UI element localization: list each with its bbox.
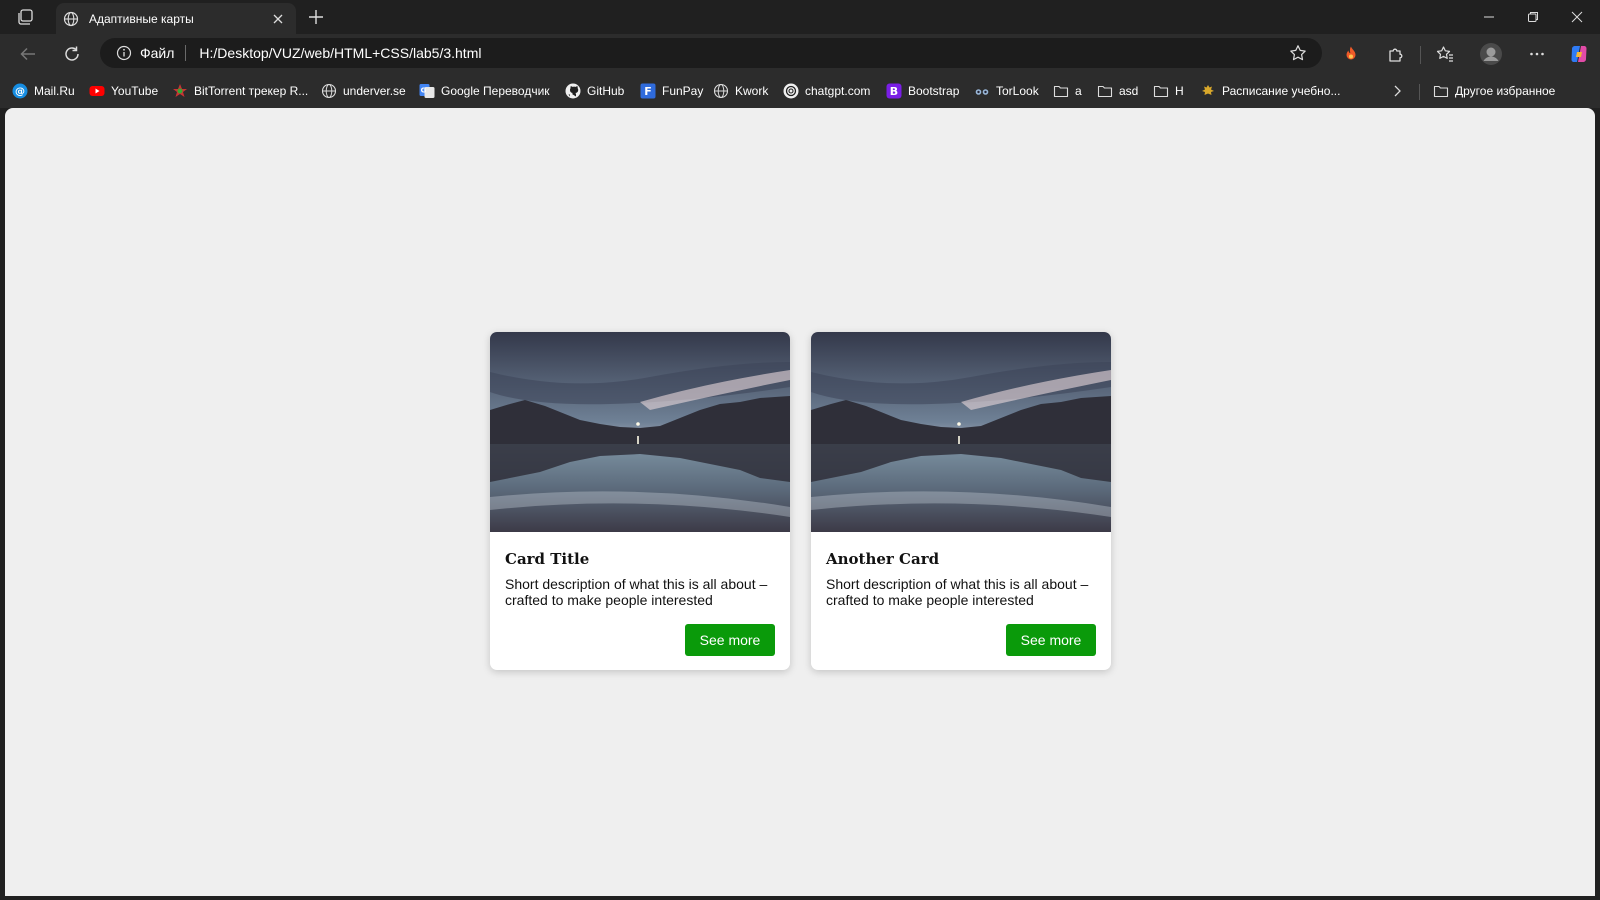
bookmark-folder-a[interactable]: a	[1053, 81, 1082, 101]
bookmark-label: asd	[1119, 84, 1139, 98]
card-title: Card Title	[505, 550, 590, 568]
bookmark-folder-asd[interactable]: asd	[1097, 81, 1138, 101]
copilot-icon[interactable]	[1564, 40, 1594, 68]
workspaces-icon[interactable]	[14, 7, 36, 27]
card-image-lake-sunset	[811, 332, 1111, 532]
other-bookmarks[interactable]: Другое избранное	[1433, 81, 1555, 101]
card: Another Card Short description of what t…	[811, 332, 1111, 670]
bookmark-label: Google Переводчик	[441, 84, 550, 98]
bookmark-torlook[interactable]: TorLook	[974, 81, 1039, 101]
bookmark-folder-n[interactable]: Н	[1153, 81, 1184, 101]
globe-icon	[63, 11, 79, 27]
bookmark-kwork[interactable]: Kwork	[713, 81, 768, 101]
svg-text:@: @	[15, 87, 25, 98]
bookmarks-bar: @ Mail.Ru YouTube BitTorrent трекер R...…	[0, 74, 1600, 108]
info-icon[interactable]	[116, 45, 132, 61]
bookmark-label: YouTube	[111, 84, 159, 98]
bookmark-bittorrent[interactable]: BitTorrent трекер R...	[172, 81, 308, 101]
card-image-lake-sunset	[490, 332, 790, 532]
youtube-icon	[89, 83, 105, 99]
close-window-button[interactable]	[1554, 0, 1600, 34]
title-bar: Адаптивные карты	[0, 0, 1600, 34]
address-bar[interactable]: Файл H:/Desktop/VUZ/web/HTML+CSS/lab5/3.…	[100, 38, 1322, 68]
funpay-icon: F	[640, 83, 656, 99]
bookmark-mailru[interactable]: @ Mail.Ru	[12, 81, 75, 101]
bookmark-label: BitTorrent трекер R...	[194, 84, 309, 98]
address-separator	[185, 45, 187, 61]
bookmark-label: a	[1075, 84, 1082, 98]
avatar[interactable]	[1476, 40, 1506, 68]
browser-toolbar: Файл H:/Desktop/VUZ/web/HTML+CSS/lab5/3.…	[0, 34, 1600, 74]
folder-icon	[1053, 83, 1069, 99]
folder-icon	[1433, 83, 1449, 99]
globe-icon	[713, 83, 729, 99]
card-description: Short description of what this is all ab…	[505, 576, 768, 608]
bookmark-label: TorLook	[996, 84, 1039, 98]
svg-text:G: G	[421, 87, 427, 95]
close-tab-icon[interactable]	[270, 11, 286, 27]
bookmark-underverse[interactable]: underver.se	[321, 81, 406, 101]
see-more-button[interactable]: See more	[1006, 624, 1096, 656]
folder-icon	[1097, 83, 1113, 99]
new-tab-button[interactable]	[305, 7, 327, 27]
address-url[interactable]: H:/Desktop/VUZ/web/HTML+CSS/lab5/3.html	[199, 45, 1288, 61]
bookmark-label: Расписание учебно...	[1222, 84, 1341, 98]
minimize-button[interactable]	[1466, 0, 1512, 34]
see-more-button[interactable]: See more	[685, 624, 775, 656]
svg-text:F: F	[644, 85, 652, 98]
torlook-icon	[974, 83, 990, 99]
toolbar-divider	[1420, 46, 1421, 64]
github-icon	[565, 83, 581, 99]
refresh-button[interactable]	[57, 40, 87, 68]
bookmark-label: FunPay	[662, 84, 704, 98]
star-icon[interactable]	[1288, 43, 1308, 63]
other-bookmarks-label: Другое избранное	[1455, 84, 1556, 98]
card-title: Another Card	[826, 550, 940, 568]
page-viewport: Card Title Short description of what thi…	[5, 108, 1595, 896]
globe-icon	[321, 83, 337, 99]
bittorrent-icon	[172, 83, 188, 99]
address-scheme-label: Файл	[140, 45, 175, 61]
active-tab[interactable]: Адаптивные карты	[56, 3, 296, 34]
svg-text:B: B	[890, 85, 898, 98]
tab-title: Адаптивные карты	[89, 11, 194, 26]
bookmarks-divider	[1419, 84, 1420, 100]
more-menu-icon[interactable]	[1522, 40, 1552, 68]
bookmark-funpay[interactable]: F FunPay	[640, 81, 703, 101]
extensions-icon[interactable]	[1381, 40, 1411, 68]
bookmark-chatgpt[interactable]: chatgpt.com	[783, 81, 870, 101]
favorites-icon[interactable]	[1430, 40, 1460, 68]
bookmark-label: Н	[1175, 84, 1184, 98]
folder-icon	[1153, 83, 1169, 99]
bookmark-bootstrap[interactable]: B Bootstrap	[886, 81, 959, 101]
bookmark-google-translate[interactable]: G Google Переводчик	[419, 81, 550, 101]
bookmark-label: Bootstrap	[908, 84, 960, 98]
back-button[interactable]	[13, 40, 43, 68]
bookmark-schedule[interactable]: Расписание учебно...	[1200, 81, 1340, 101]
bookmark-label: chatgpt.com	[805, 84, 871, 98]
fire-extension-icon[interactable]	[1336, 40, 1366, 68]
bookmark-label: underver.se	[343, 84, 406, 98]
bookmark-youtube[interactable]: YouTube	[89, 81, 158, 101]
google-translate-icon: G	[419, 83, 435, 99]
card-description: Short description of what this is all ab…	[826, 576, 1089, 608]
restore-button[interactable]	[1510, 0, 1556, 34]
mailru-icon: @	[12, 83, 28, 99]
bookmarks-overflow-chevron-icon[interactable]	[1390, 81, 1404, 101]
card: Card Title Short description of what thi…	[490, 332, 790, 670]
chatgpt-icon	[783, 83, 799, 99]
emblem-icon	[1200, 83, 1216, 99]
bookmark-github[interactable]: GitHub	[565, 81, 624, 101]
bookmark-label: GitHub	[587, 84, 625, 98]
bookmark-label: Mail.Ru	[34, 84, 75, 98]
bootstrap-icon: B	[886, 83, 902, 99]
bookmark-label: Kwork	[735, 84, 769, 98]
